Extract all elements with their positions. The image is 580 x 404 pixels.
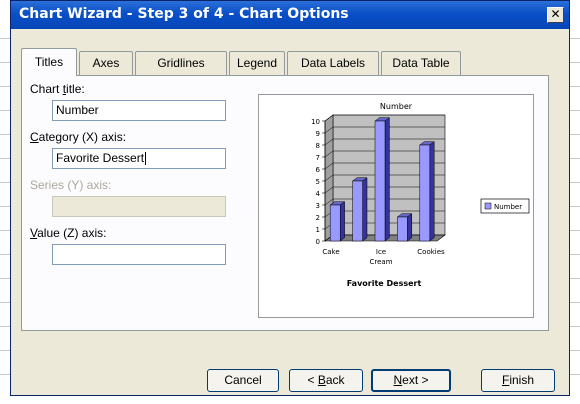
chart-preview: 0 1 2 3 4 5 6 7 8 9 10 Cake Ice Cream Cookies Number Fav… <box>258 94 534 318</box>
y-tick-label: 0 <box>316 238 320 246</box>
y-tick-label: 4 <box>316 190 321 198</box>
title-bar[interactable]: Chart Wizard - Step 3 of 4 - Chart Optio… <box>11 1 569 29</box>
y-tick-label: 9 <box>316 130 320 138</box>
tab-label: Data Labels <box>300 56 366 70</box>
finish-button[interactable]: Finish <box>481 369 555 392</box>
category-axis-value: Favorite Dessert <box>56 151 145 165</box>
y-tick-label: 2 <box>316 214 320 222</box>
y-tick-label: 10 <box>311 118 320 126</box>
legend-label: Number <box>494 203 522 211</box>
next-button[interactable]: Next > <box>371 369 451 392</box>
bar <box>419 144 431 242</box>
category-label: Cookies <box>417 248 445 256</box>
y-tick-label: 6 <box>316 166 321 174</box>
spreadsheet-background-right <box>570 0 580 404</box>
bar-side <box>429 141 435 242</box>
close-button[interactable]: ✕ <box>547 7 564 23</box>
chart-title-value: Number <box>56 103 99 117</box>
close-icon: ✕ <box>550 7 561 21</box>
tab-axes[interactable]: Axes <box>79 51 133 75</box>
y-tick-label: 3 <box>316 202 320 210</box>
spreadsheet-background-bottom <box>0 396 580 404</box>
spreadsheet-background-left <box>0 0 10 404</box>
category-label: Cream <box>369 258 392 266</box>
tab-label: Titles <box>34 55 64 69</box>
chart-wizard-dialog: Chart Wizard - Step 3 of 4 - Chart Optio… <box>10 0 570 396</box>
bar <box>352 180 363 242</box>
series-axis-label: Series (Y) axis: <box>30 178 112 192</box>
tab-label: Gridlines <box>157 56 205 70</box>
y-tick-label: 7 <box>316 154 320 162</box>
tab-label: Data Table <box>392 56 450 70</box>
titles-tab-panel: Chart title: Number Category (X) axis: F… <box>21 75 549 331</box>
chart-title: Number <box>380 102 413 111</box>
category-label: Cake <box>322 248 339 256</box>
tab-data-table[interactable]: Data Table <box>381 51 461 75</box>
window-title: Chart Wizard - Step 3 of 4 - Chart Optio… <box>19 6 349 22</box>
chart-title-input[interactable]: Number <box>52 100 226 121</box>
tab-titles[interactable]: Titles <box>21 48 77 76</box>
chart-title-label: Chart title: <box>30 82 85 96</box>
tab-legend[interactable]: Legend <box>229 51 285 75</box>
bar-side <box>362 177 368 242</box>
chart-preview-svg: 0 1 2 3 4 5 6 7 8 9 10 Cake Ice Cream Cookies Number Fav… <box>311 102 530 288</box>
bar <box>397 216 408 242</box>
y-tick-label: 5 <box>316 178 320 186</box>
series-axis-input <box>52 196 226 217</box>
bar-side <box>384 117 390 242</box>
x-axis-title: Favorite Dessert <box>347 279 422 288</box>
legend-swatch <box>484 202 492 210</box>
tab-label: Axes <box>92 56 120 70</box>
category-axis-label: Category (X) axis: <box>30 130 127 144</box>
tab-gridlines[interactable]: Gridlines <box>135 51 227 75</box>
y-tick-label: 8 <box>316 142 320 150</box>
text-cursor <box>145 152 147 166</box>
bar <box>374 120 386 242</box>
value-axis-input[interactable] <box>52 244 226 265</box>
tab-label: Legend <box>236 56 278 70</box>
bar <box>329 204 341 242</box>
cancel-button[interactable]: Cancel <box>207 369 279 392</box>
back-button[interactable]: < Back <box>289 369 363 392</box>
bar-side <box>339 201 345 242</box>
category-axis-input[interactable]: Favorite Dessert <box>52 148 226 169</box>
value-axis-label: Value (Z) axis: <box>30 226 107 240</box>
tab-data-labels[interactable]: Data Labels <box>287 51 379 75</box>
category-label: Ice <box>376 248 386 256</box>
bar-side <box>407 213 413 242</box>
y-tick-label: 1 <box>316 226 320 234</box>
